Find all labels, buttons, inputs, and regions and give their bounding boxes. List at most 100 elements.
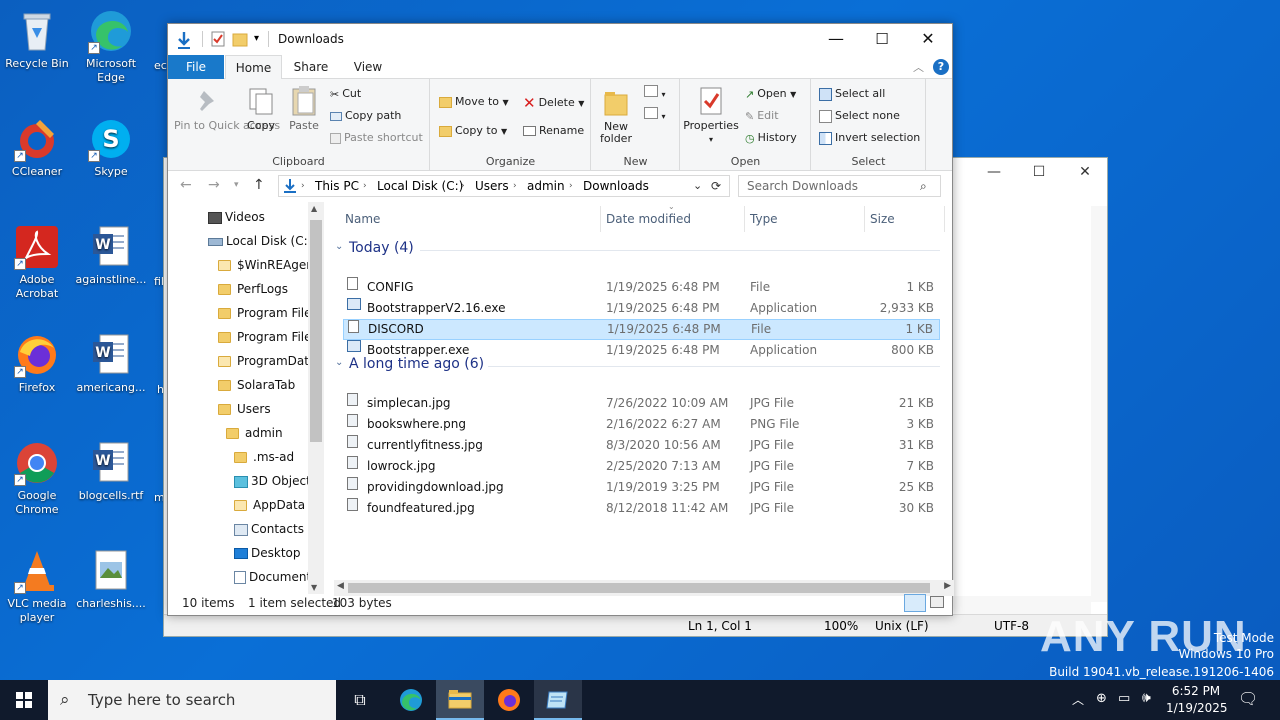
open-button[interactable]: ↗ Open ▼ [745, 87, 796, 101]
clock-date[interactable]: 1/19/2025 [1166, 701, 1228, 715]
taskbar-firefox-icon[interactable] [486, 680, 532, 720]
group-collapse-icon[interactable]: ⌄ [335, 241, 343, 252]
breadcrumb-downloads[interactable]: Downloads [583, 176, 649, 196]
column-header-date[interactable]: Date modified [606, 202, 691, 236]
edit-button[interactable]: ✎ Edit [745, 109, 779, 123]
select-all-button[interactable]: Select all [819, 87, 885, 101]
collapse-ribbon-icon[interactable]: ︿ [913, 59, 924, 75]
notifications-icon[interactable]: 🗨 [1238, 689, 1258, 708]
paste-button[interactable]: Paste [286, 85, 322, 132]
copy-to-button[interactable]: Copy to ▼ [439, 124, 507, 137]
nav-item-programdata[interactable]: ProgramData [218, 351, 316, 371]
tab-home[interactable]: Home [225, 55, 282, 80]
tab-view[interactable]: View [343, 55, 393, 79]
explorer-window[interactable]: ▾ Downloads — ☐ ✕ File Home Share View ︿… [167, 23, 954, 616]
nav-item-ms-ad[interactable]: .ms-ad [234, 447, 294, 467]
up-arrow-icon[interactable]: ↑ [253, 177, 265, 193]
taskbar-search-input[interactable]: Type here to search [48, 680, 336, 720]
explorer-titlebar[interactable]: ▾ Downloads — ☐ ✕ [168, 24, 952, 55]
forward-arrow-icon[interactable]: → [208, 177, 220, 193]
nav-item-desktop[interactable]: Desktop [234, 543, 301, 563]
close-button[interactable]: ✕ [1070, 164, 1100, 180]
back-arrow-icon[interactable]: ← [180, 177, 192, 193]
network-icon[interactable]: ▭ [1118, 691, 1130, 706]
desktop-icon-ccleaner[interactable]: ↗ CCleaner [0, 116, 74, 179]
nav-item-users[interactable]: Users [218, 399, 271, 419]
copy-path-button[interactable]: Copy path [330, 109, 401, 122]
recent-locations-icon[interactable]: ▾ [234, 180, 239, 190]
desktop-icon-chrome[interactable]: ↗ Google Chrome [0, 440, 74, 517]
history-button[interactable]: ◷ History [745, 131, 797, 145]
file-row[interactable]: DISCORD 1/19/2025 6:48 PM File 1 KB [343, 319, 940, 340]
nav-item-local-disk[interactable]: Local Disk (C:) [208, 231, 312, 251]
desktop-icon-firefox[interactable]: ↗ Firefox [0, 332, 74, 395]
tab-share[interactable]: Share [286, 55, 336, 79]
nav-item-videos[interactable]: Videos [208, 207, 265, 227]
desktop-icon-edge[interactable]: ↗ Microsoft Edge [74, 8, 148, 85]
scroll-up-icon[interactable]: ▲ [311, 204, 317, 213]
scroll-thumb[interactable] [310, 220, 322, 442]
group-header-today[interactable]: Today (4) [349, 240, 414, 256]
nav-item-documents[interactable]: Documents [234, 567, 317, 587]
desktop-icon-skype[interactable]: S ↗ Skype [74, 116, 148, 179]
invert-selection-button[interactable]: Invert selection [819, 131, 920, 145]
new-folder-button[interactable]: New folder [598, 87, 634, 145]
address-bar[interactable]: › This PC › Local Disk (C:) › Users › ad… [278, 175, 730, 197]
desktop-icon-blogcells[interactable]: W blogcells.rtf [74, 440, 148, 503]
task-view-icon[interactable]: ⧉ [340, 680, 380, 720]
file-row[interactable]: simplecan.jpg 7/26/2022 10:09 AM JPG File 2… [343, 393, 940, 414]
file-row[interactable]: lowrock.jpg 2/25/2020 7:13 AM JPG File 7 KB [343, 456, 940, 477]
cut-button[interactable]: ✂ Cut [330, 87, 361, 101]
select-none-button[interactable]: Select none [819, 109, 900, 123]
delete-button[interactable]: ✕ Delete ▼ [523, 94, 584, 112]
taskbar-edge-icon[interactable] [388, 680, 434, 720]
nav-item-contacts[interactable]: Contacts [234, 519, 304, 539]
properties-button[interactable]: Properties ▾ [683, 85, 739, 145]
desktop-icon-vlc[interactable]: ↗ VLC media player [0, 548, 74, 625]
breadcrumb-admin[interactable]: admin [527, 176, 565, 196]
file-row[interactable]: providingdownload.jpg 1/19/2019 3:25 PM JP… [343, 477, 940, 498]
tray-overflow-icon[interactable]: ︿ [1072, 691, 1084, 708]
new-folder-quick-icon[interactable] [232, 30, 248, 50]
desktop-icon-acrobat[interactable]: ↗ Adobe Acrobat [0, 224, 74, 301]
desktop-icon-againstline[interactable]: W againstline... [74, 224, 148, 287]
nav-item-program-files[interactable]: Program Files [218, 303, 318, 323]
paste-shortcut-button[interactable]: Paste shortcut [330, 131, 423, 144]
breadcrumb-local-disk[interactable]: Local Disk (C:) [377, 176, 463, 196]
rename-button[interactable]: Rename [523, 124, 584, 137]
taskbar-notepad-icon[interactable] [534, 680, 582, 720]
new-item-button[interactable]: ▾ [644, 85, 666, 100]
large-icons-view-icon[interactable] [930, 596, 944, 608]
column-header-size[interactable]: Size [870, 202, 895, 236]
column-header-name[interactable]: Name [345, 202, 380, 236]
file-row[interactable]: currentlyfitness.jpg 8/3/2020 10:56 AM JPG… [343, 435, 940, 456]
scroll-right-icon[interactable]: ▶ [944, 581, 951, 591]
file-row[interactable]: bookswhere.png 2/16/2022 6:27 AM PNG File 3… [343, 414, 940, 435]
group-header-long-ago[interactable]: A long time ago (6) [349, 356, 484, 372]
desktop-icon-charleshis[interactable]: charleshis.... [74, 548, 148, 611]
easy-access-button[interactable]: ▾ [644, 107, 666, 122]
start-button[interactable] [0, 680, 48, 720]
nav-item-solaratab[interactable]: SolaraTab [218, 375, 295, 395]
volume-icon[interactable]: 🕪 [1142, 690, 1151, 706]
nav-item-winreagent[interactable]: $WinREAgent [218, 255, 319, 275]
file-row[interactable]: foundfeatured.jpg 8/12/2018 11:42 AM JPG F… [343, 498, 940, 519]
breadcrumb-this-pc[interactable]: This PC [315, 176, 359, 196]
help-icon[interactable]: ? [933, 59, 949, 75]
maximize-button[interactable]: ☐ [1024, 164, 1054, 180]
clock-time[interactable]: 6:52 PM [1166, 684, 1226, 698]
nav-scrollbar[interactable]: ▲ ▼ [308, 202, 324, 594]
column-header-type[interactable]: Type [750, 202, 778, 236]
customize-quick-access-icon[interactable]: ▾ [254, 33, 259, 53]
vertical-scrollbar[interactable] [1091, 206, 1107, 602]
file-row[interactable]: CONFIG 1/19/2025 6:48 PM File 1 KB [343, 277, 940, 298]
desktop-icon-recycle-bin[interactable]: Recycle Bin [0, 8, 74, 71]
pin-quick-access-button[interactable]: Pin to Quick access [174, 85, 280, 132]
nav-item-3d-objects[interactable]: 3D Objects [234, 471, 317, 491]
tray-device-icon[interactable]: ⊕ [1096, 691, 1107, 706]
details-view-icon[interactable] [904, 594, 926, 612]
file-row[interactable]: BootstrapperV2.16.exe 1/19/2025 6:48 PM Ap… [343, 298, 940, 319]
nav-item-program-files-x86[interactable]: Program Files [218, 327, 318, 347]
close-button[interactable]: ✕ [905, 24, 951, 54]
copy-button[interactable]: Copy [244, 85, 278, 132]
